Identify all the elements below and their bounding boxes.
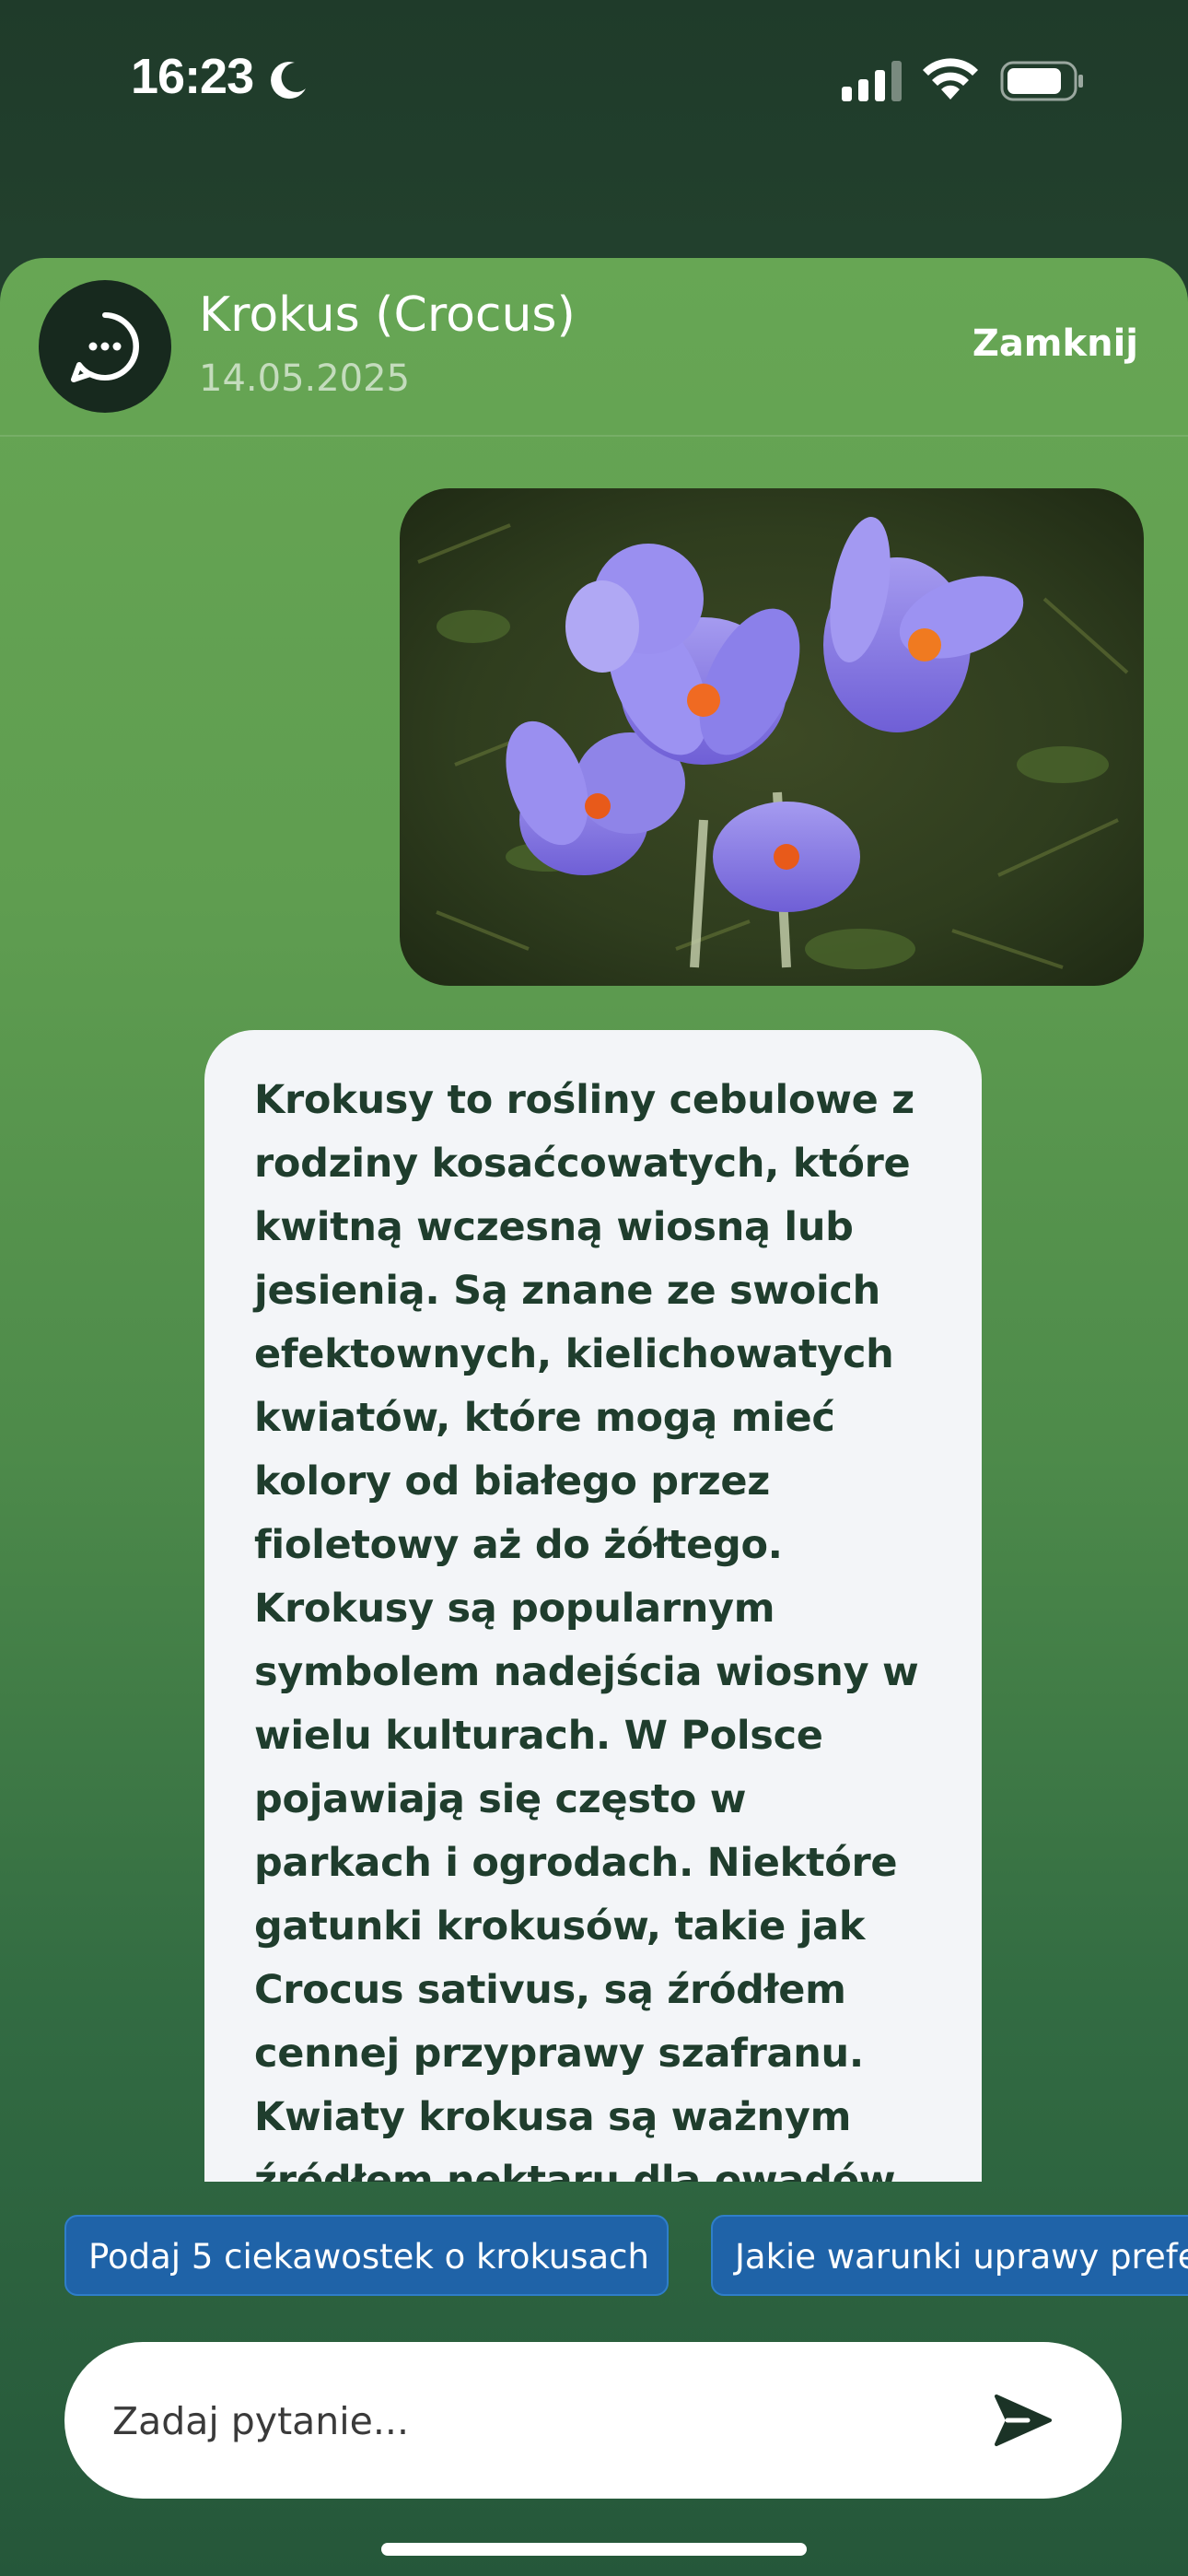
suggestion-chip[interactable]: Jakie warunki uprawy preferują krokusy?: [711, 2215, 1188, 2296]
chat-bubble-icon: [71, 312, 139, 382]
home-indicator: [381, 2543, 807, 2556]
chat-sheet: Krokus (Crocus) 14.05.2025 Zamknij Kroku…: [0, 258, 1188, 2576]
status-bar: 16:23: [0, 0, 1188, 166]
suggestion-chip[interactable]: Podaj 5 ciekawostek o krokusach: [64, 2215, 669, 2296]
conversation-title: Krokus (Crocus): [199, 287, 576, 343]
composer: [64, 2342, 1122, 2500]
message-text: Krokusy to rośliny cebulowe z rodziny ko…: [254, 1077, 919, 2182]
chat-header: Krokus (Crocus) 14.05.2025 Zamknij: [0, 258, 1188, 437]
send-icon: [995, 2395, 1052, 2446]
suggestion-chips: Podaj 5 ciekawostek o krokusach Jakie wa…: [0, 2215, 1188, 2300]
moon-icon: [271, 62, 306, 100]
question-input[interactable]: [111, 2342, 980, 2500]
send-button[interactable]: [985, 2383, 1059, 2457]
battery-icon: [1000, 61, 1083, 101]
plant-photo[interactable]: [400, 488, 1144, 986]
close-button[interactable]: Zamknij: [973, 322, 1138, 365]
avatar: [39, 280, 171, 413]
assistant-message: Krokusy to rośliny cebulowe z rodziny ko…: [204, 1030, 982, 2182]
conversation-date: 14.05.2025: [199, 357, 411, 400]
crocus-image: [400, 488, 1144, 986]
cellular-signal-icon: [842, 61, 902, 101]
wifi-icon: [923, 58, 978, 100]
status-time: 16:23: [131, 49, 254, 104]
